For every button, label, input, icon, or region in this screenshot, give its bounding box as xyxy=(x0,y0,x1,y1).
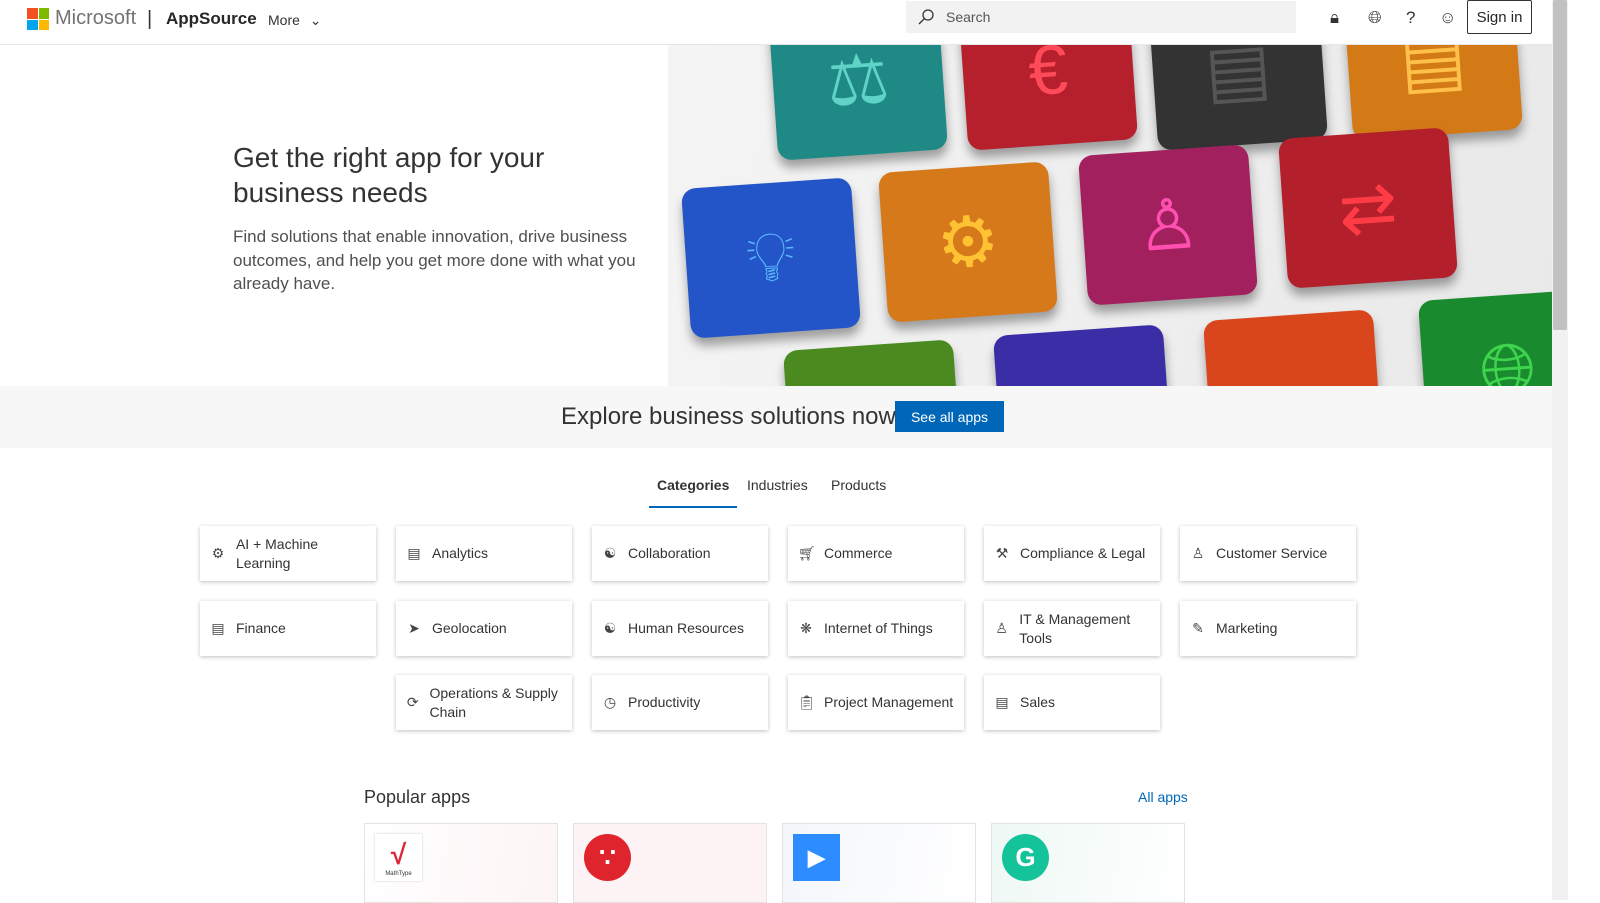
zoom-logo: ▶ xyxy=(793,834,840,881)
category-label: Analytics xyxy=(432,545,489,561)
person-growth-tile-icon: ♙ xyxy=(1077,144,1259,306)
people-icon: ☯ xyxy=(603,620,617,636)
category-card[interactable]: ✎ Marketing xyxy=(1180,601,1356,656)
globe-icon[interactable]: 🌐︎ xyxy=(1368,8,1382,28)
app-card-mendeley[interactable]: ∵ xyxy=(573,823,767,903)
category-card[interactable]: 📋︎ Project Management xyxy=(788,675,964,730)
category-label: Finance xyxy=(236,620,286,636)
tab-industries[interactable]: Industries xyxy=(747,477,808,493)
category-card[interactable]: ⟳ Operations & Supply Chain xyxy=(396,675,572,730)
explore-banner: Explore business solutions now See all a… xyxy=(0,386,1552,448)
gavel-icon: ⚒ xyxy=(995,545,1009,561)
category-label: Human Resources xyxy=(628,620,744,636)
brand[interactable]: Microsoft xyxy=(55,7,136,30)
category-card[interactable]: ☯ Collaboration xyxy=(592,526,768,581)
app-card-mathtype[interactable]: √ MathType xyxy=(364,823,558,903)
mathtype-logo: √ MathType xyxy=(375,834,422,881)
megaphone-icon: ✎ xyxy=(1192,620,1204,636)
category-label: Geolocation xyxy=(432,620,507,636)
sign-in-button[interactable]: Sign in xyxy=(1467,0,1532,34)
category-label: Sales xyxy=(1020,694,1056,710)
microsoft-logo-icon[interactable] xyxy=(27,8,49,30)
lock-icon[interactable]: 🔒︎ xyxy=(1330,8,1339,28)
scrollbar-thumb[interactable] xyxy=(1553,0,1567,330)
chevron-down-icon: ⌄ xyxy=(309,12,322,28)
tab-categories[interactable]: Categories xyxy=(649,477,738,508)
category-label: Internet of Things xyxy=(824,620,933,636)
mendeley-logo: ∵ xyxy=(584,834,631,881)
hero-image: ⚖ € ▤ ▤ 💡︎ ⚙ ♙ ⇄ 🌐︎ xyxy=(668,45,1552,386)
category-label: Customer Service xyxy=(1216,545,1328,561)
smiley-feedback-icon[interactable]: ☺ xyxy=(1439,8,1456,28)
currency-tile-icon: € xyxy=(957,45,1139,151)
explore-text: Explore business solutions now xyxy=(561,403,896,430)
category-card[interactable]: ⚙ AI + Machine Learning xyxy=(200,526,376,581)
all-apps-link[interactable]: All apps xyxy=(1138,789,1188,805)
product-name[interactable]: AppSource xyxy=(166,9,257,29)
more-menu[interactable]: More ⌄ xyxy=(268,12,322,29)
category-label: Project Management xyxy=(824,694,954,710)
grammarly-logo: G xyxy=(1002,834,1049,881)
chart-icon: ▤ xyxy=(407,545,421,561)
popular-apps-title: Popular apps xyxy=(364,787,471,807)
header: Microsoft | AppSource More ⌄ Search 🔒︎ 🌐… xyxy=(0,0,1552,45)
bag-icon: ▤ xyxy=(995,694,1009,710)
app-card-grammarly[interactable]: G xyxy=(991,823,1185,903)
people-icon: ☯ xyxy=(603,545,617,561)
search-input[interactable]: Search xyxy=(906,1,1296,33)
help-icon[interactable]: ? xyxy=(1406,8,1415,28)
category-card[interactable]: ▤ Analytics xyxy=(396,526,572,581)
search-placeholder: Search xyxy=(946,9,991,25)
category-card[interactable]: ♙ Customer Service xyxy=(1180,526,1356,581)
see-all-apps-button[interactable]: See all apps xyxy=(895,401,1004,432)
cycle-icon: ⟳ xyxy=(406,694,419,710)
money-icon: ▤ xyxy=(211,620,225,636)
more-label: More xyxy=(268,12,300,28)
globe-tile-icon: 🌐︎ xyxy=(1417,289,1552,386)
exchange-tile-icon: ⇄ xyxy=(1277,127,1459,289)
category-label: Compliance & Legal xyxy=(1020,545,1146,561)
navigation-icon: ➤ xyxy=(408,620,420,636)
category-card[interactable]: ♙ IT & Management Tools xyxy=(984,601,1160,656)
gauge-icon: ◷ xyxy=(603,694,617,710)
divider: | xyxy=(147,8,153,30)
scale-tile-icon: ⚖ xyxy=(767,45,949,161)
hero-description: Find solutions that enable innovation, d… xyxy=(233,227,636,293)
document-tile-icon: ▤ xyxy=(1342,45,1524,141)
person-gear-icon: ♙ xyxy=(995,620,1008,636)
gear-tile-icon: ⚙ xyxy=(877,161,1059,323)
category-label: Commerce xyxy=(824,545,893,561)
brain-icon: ⚙ xyxy=(211,545,225,561)
category-card[interactable]: ◷ Productivity xyxy=(592,675,768,730)
clipboard-icon: 📋︎ xyxy=(798,694,816,710)
category-label: Operations & Supply Chain xyxy=(429,684,558,720)
category-card[interactable]: ▤ Sales xyxy=(984,675,1160,730)
person-icon: ♙ xyxy=(1191,545,1205,561)
category-card[interactable]: ⚒ Compliance & Legal xyxy=(984,526,1160,581)
tab-products[interactable]: Products xyxy=(831,477,886,493)
category-card[interactable]: 🛒︎ Commerce xyxy=(788,526,964,581)
category-label: IT & Management Tools xyxy=(1019,610,1131,646)
category-card[interactable]: ▤ Finance xyxy=(200,601,376,656)
bars-tile-icon: ▤ xyxy=(1147,45,1329,151)
lightbulb-tile-icon: 💡︎ xyxy=(680,177,862,339)
app-card-zoom[interactable]: ▶ xyxy=(782,823,976,903)
cart-icon: 🛒︎ xyxy=(798,545,816,561)
green-tile xyxy=(782,339,964,386)
network-icon: ❋ xyxy=(800,620,812,636)
orange-tile xyxy=(1202,309,1384,386)
category-label: AI + Machine Learning xyxy=(235,535,319,571)
hero-title: Get the right app for your business need… xyxy=(233,142,545,208)
purple-tile xyxy=(992,324,1174,386)
category-label: Productivity xyxy=(628,694,701,710)
category-card[interactable]: ➤ Geolocation xyxy=(396,601,572,656)
category-card[interactable]: ❋ Internet of Things xyxy=(788,601,964,656)
category-label: Collaboration xyxy=(628,545,711,561)
search-icon xyxy=(918,9,934,25)
category-label: Marketing xyxy=(1216,620,1278,636)
category-card[interactable]: ☯ Human Resources xyxy=(592,601,768,656)
hero: Get the right app for your business need… xyxy=(0,45,1552,386)
